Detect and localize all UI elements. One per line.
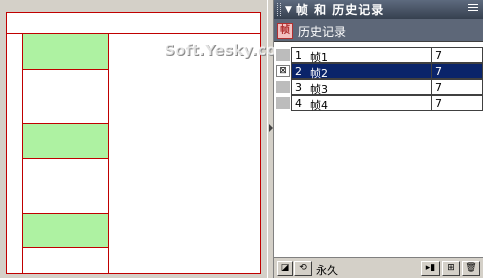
frame-row[interactable]: 4 帧4 7 xyxy=(274,95,483,112)
slice-cell[interactable] xyxy=(22,33,109,70)
frame-delay[interactable]: 7 xyxy=(431,63,483,79)
frame-delay[interactable]: 7 xyxy=(431,95,483,111)
document-canvas[interactable] xyxy=(6,12,261,274)
tab-history[interactable]: 帧 历史记录 xyxy=(274,21,368,41)
grip-icon[interactable] xyxy=(277,3,281,16)
frame-delay[interactable]: 7 xyxy=(431,79,483,95)
frame-number: 3 xyxy=(295,81,302,94)
frame-label: 帧4 xyxy=(310,99,328,112)
frame-visibility-checkbox[interactable] xyxy=(276,97,290,109)
frame-row[interactable]: 1 帧1 7 xyxy=(274,47,483,64)
panel-splitter[interactable] xyxy=(267,0,274,278)
frame-name-cell[interactable]: 1 帧1 xyxy=(291,47,431,64)
frames-tab-icon[interactable]: 帧 xyxy=(277,23,293,39)
tab-history-label: 历史记录 xyxy=(298,24,347,39)
frame-visibility-checkbox[interactable] xyxy=(276,49,290,61)
frame-name-cell[interactable]: 3 帧3 xyxy=(291,79,431,96)
frame-visibility-checkbox[interactable] xyxy=(276,81,290,93)
new-frame-icon[interactable]: ⊞ xyxy=(442,261,460,276)
looping-label[interactable]: 永久 xyxy=(316,262,338,278)
loop-icon[interactable]: ⟲ xyxy=(294,261,312,276)
frame-number: 4 xyxy=(295,97,302,110)
slice-cell[interactable] xyxy=(22,213,109,248)
panel-bottom-bar: ◪ ⟲ 永久 ▸▮ ⊞ 🗑 xyxy=(274,257,483,278)
frame-row[interactable]: 3 帧3 7 xyxy=(274,79,483,96)
collapse-arrow-icon[interactable] xyxy=(269,124,273,132)
tab-strip: 帧 历史记录 Soft.Yesky.com xyxy=(164,19,483,59)
collapse-triangle-icon[interactable]: ▼ xyxy=(285,5,292,15)
frame-number: 2 xyxy=(295,65,302,78)
frame-name-cell[interactable]: 2 帧2 xyxy=(291,63,431,80)
onion-skin-icon[interactable]: ◪ xyxy=(277,261,293,276)
frame-row[interactable]: ⊠ 2 帧2 7 xyxy=(274,63,483,80)
canvas-area xyxy=(0,0,267,278)
distribute-to-frames-icon[interactable]: ▸▮ xyxy=(421,261,440,276)
slice-cell[interactable] xyxy=(22,123,109,159)
panel-titlebar[interactable]: ▼ 帧 和 历史记录 xyxy=(274,0,483,19)
trash-icon[interactable]: 🗑 xyxy=(462,261,480,276)
frame-delay[interactable]: 7 xyxy=(431,47,483,63)
frames-history-panel: ▼ 帧 和 历史记录 帧 历史记录 Soft.Yesky.com 1 帧1 7 ⊠ 2 帧… xyxy=(164,0,483,278)
frame-number: 1 xyxy=(295,49,302,62)
panel-title: 帧 和 历史记录 xyxy=(295,3,385,17)
frames-list[interactable]: 1 帧1 7 ⊠ 2 帧2 7 3 帧3 7 4 帧4 7 xyxy=(274,41,483,257)
panel-options-icon[interactable] xyxy=(468,4,478,14)
frame-visibility-checkbox[interactable]: ⊠ xyxy=(276,65,290,77)
frame-name-cell[interactable]: 4 帧4 xyxy=(291,95,431,112)
